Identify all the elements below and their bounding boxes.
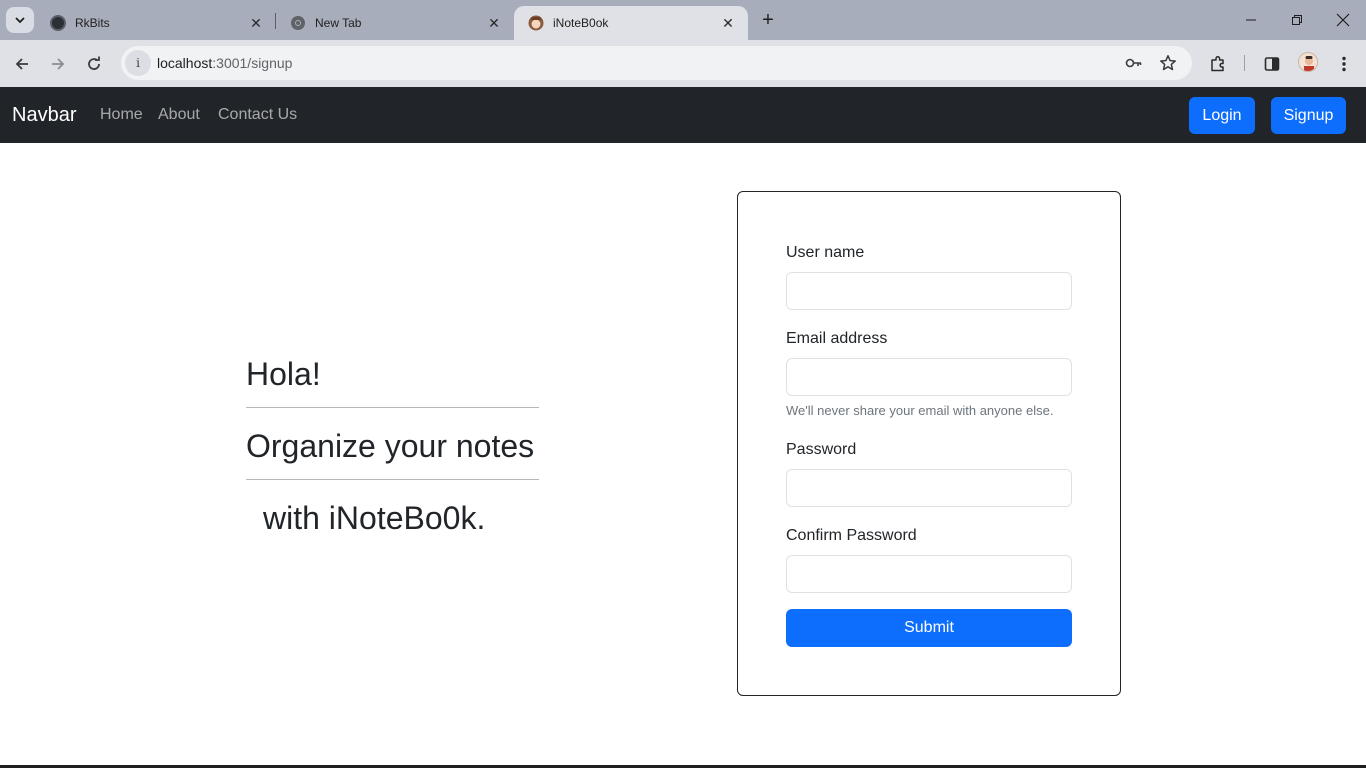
reload-icon (88, 56, 100, 70)
restore-icon (1292, 15, 1302, 25)
toolbar-divider (1244, 55, 1245, 71)
reload-button[interactable] (82, 52, 106, 76)
close-window-button[interactable] (1320, 0, 1366, 40)
back-button[interactable] (10, 52, 34, 76)
nav-link-contact-us[interactable]: Contact Us (218, 106, 297, 124)
forward-button[interactable] (46, 52, 70, 76)
site-info-icon[interactable]: i (125, 50, 151, 76)
arrow-right-icon (52, 58, 65, 70)
password-label: Password (786, 441, 857, 458)
hero-app-name: with iNoteBo0k. (263, 500, 486, 536)
tab-search-button[interactable] (6, 7, 34, 33)
email-input[interactable] (786, 358, 1072, 396)
close-icon[interactable]: ✕ (248, 15, 264, 31)
tab-title: RkBits (75, 16, 110, 30)
minimize-icon (1246, 19, 1256, 21)
bookmark-star-icon[interactable] (1159, 54, 1177, 72)
nav-link-about[interactable]: About (158, 106, 200, 124)
password-key-icon[interactable] (1125, 54, 1143, 72)
tab-title: New Tab (315, 16, 362, 30)
site-navbar: Navbar Home About Contact Us Login Signu… (0, 87, 1366, 143)
signup-form-card: User name Email address We'll never shar… (737, 191, 1121, 696)
close-icon[interactable]: ✕ (486, 15, 502, 31)
url-host: localhost (157, 55, 213, 71)
url-path: :3001/signup (212, 55, 293, 71)
inotebook-favicon-icon (528, 15, 544, 31)
confirm-password-input[interactable] (786, 555, 1072, 593)
url-text[interactable]: localhost:3001/signup (157, 55, 292, 71)
puzzle-icon (1211, 55, 1224, 72)
chrome-favicon-icon (290, 15, 306, 31)
email-label: Email address (786, 330, 888, 347)
username-input[interactable] (786, 272, 1072, 310)
navbar-brand[interactable]: Navbar (12, 104, 76, 127)
rkbits-favicon-icon (50, 15, 66, 31)
tab-new-tab[interactable]: New Tab ✕ (276, 6, 514, 40)
tab-inotebook[interactable]: iNoteB0ok ✕ (514, 6, 748, 40)
browser-tabstrip: RkBits ✕ New Tab ✕ iNoteB0ok ✕ + (0, 0, 1366, 40)
minimize-button[interactable] (1228, 0, 1274, 40)
login-button[interactable]: Login (1189, 97, 1255, 134)
extensions-button[interactable] (1206, 52, 1230, 76)
restore-button[interactable] (1274, 0, 1320, 40)
close-icon[interactable]: ✕ (720, 15, 736, 31)
side-panel-icon (1264, 57, 1280, 71)
tab-title: iNoteB0ok (553, 16, 609, 30)
hero-tagline: Organize your notes (246, 428, 535, 464)
email-help-text: We'll never share your email with anyone… (786, 403, 1054, 418)
hero-greeting: Hola! (246, 356, 321, 392)
address-bar[interactable]: i localhost:3001/signup (121, 46, 1192, 80)
profile-avatar[interactable] (1298, 52, 1318, 72)
arrow-left-icon (15, 58, 28, 70)
hero-divider (246, 407, 539, 408)
browser-toolbar: i localhost:3001/signup (0, 40, 1366, 87)
kebab-menu-icon (1342, 56, 1346, 72)
chevron-down-icon (15, 17, 25, 24)
confirm-password-label: Confirm Password (786, 527, 917, 544)
signup-button[interactable]: Signup (1271, 97, 1346, 134)
nav-link-home[interactable]: Home (100, 106, 143, 124)
username-label: User name (786, 244, 865, 261)
side-panel-button[interactable] (1260, 52, 1284, 76)
hero-divider (246, 479, 539, 480)
close-icon (1336, 13, 1350, 27)
chrome-menu-button[interactable] (1332, 52, 1356, 76)
hero-text: Hola! Organize your notes with iNoteBo0k… (246, 355, 539, 537)
password-input[interactable] (786, 469, 1072, 507)
new-tab-button[interactable]: + (758, 10, 778, 30)
submit-button[interactable]: Submit (786, 609, 1072, 647)
tab-rkbits[interactable]: RkBits ✕ (36, 6, 276, 40)
